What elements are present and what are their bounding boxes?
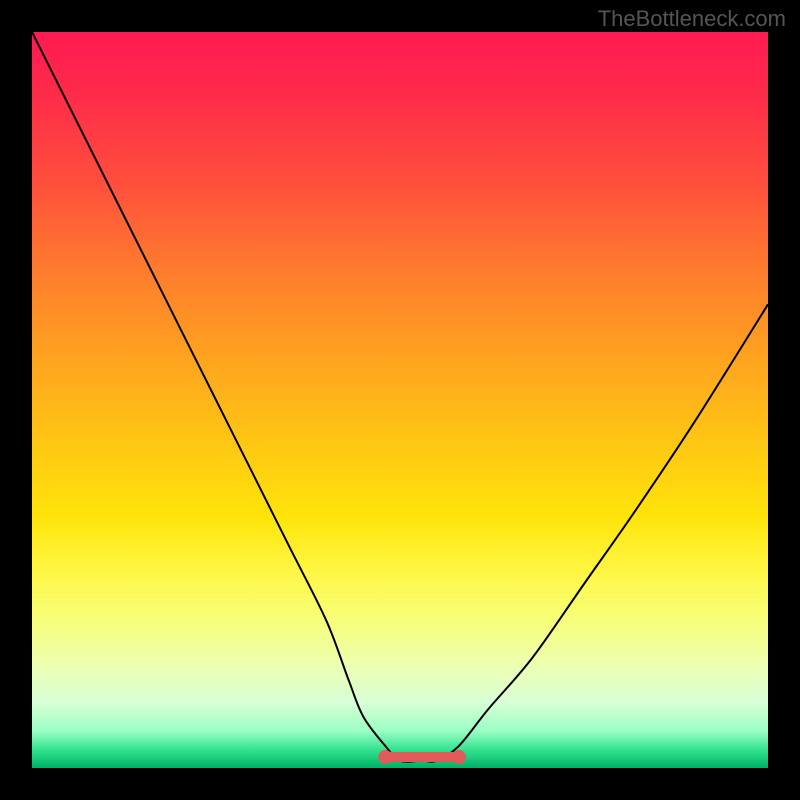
flat-segment-dot-right — [452, 750, 466, 764]
watermark-text: TheBottleneck.com — [598, 6, 786, 32]
flat-segment-dot-left — [378, 750, 392, 764]
plot-area — [32, 32, 768, 768]
curve-line — [32, 32, 768, 762]
chart-svg — [32, 32, 768, 768]
